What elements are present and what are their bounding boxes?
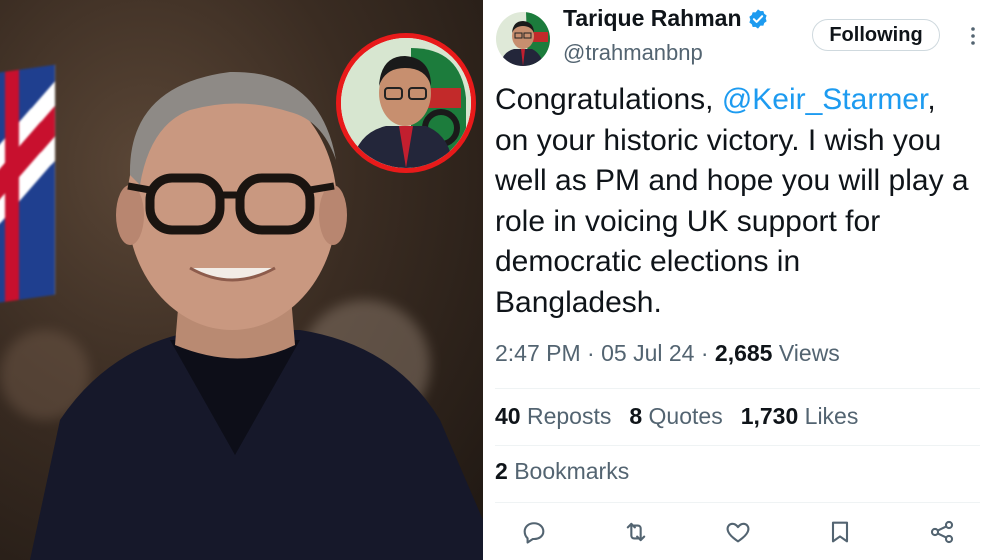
tweet-card: Tarique Rahman @trahmanbnp Following Con… [483,0,995,560]
more-vertical-icon[interactable] [969,25,977,47]
tweet-text-part: Congratulations, [495,83,722,116]
repost-icon [626,522,646,542]
bookmarks-count: 2 [495,458,508,484]
tweet-time[interactable]: 2:47 PM [495,340,581,366]
bookmark-icon [831,521,849,543]
quotes-count: 8 [629,403,643,429]
likes-stat[interactable]: 1,730 Likes [741,403,859,430]
following-button[interactable]: Following [812,19,940,51]
repost-button[interactable] [622,518,650,546]
author-avatar[interactable] [496,12,550,66]
tweet-date[interactable]: 05 Jul 24 [601,340,694,366]
heart-icon [726,522,750,543]
quotes-label: Quotes [648,403,723,429]
divider [495,388,980,389]
tweet-meta: 2:47 PM · 05 Jul 24 · 2,685 Views [495,340,840,366]
bookmark-button[interactable] [826,518,854,546]
mention-link[interactable]: @Keir_Starmer [722,83,928,116]
divider [495,502,980,503]
action-bar [520,518,960,546]
views-count: 2,685 [714,340,773,366]
share-icon [930,520,954,544]
likes-label: Likes [804,403,859,429]
views-label: Views [778,340,840,366]
reposts-stat[interactable]: 40 Reposts [495,403,611,430]
verified-badge-icon [748,8,767,29]
bookmarks-label: Bookmarks [514,458,630,484]
author-name-row: Tarique Rahman [563,5,769,32]
quotes-stat[interactable]: 8 Quotes [629,403,722,430]
inset-avatar-photo [336,33,476,173]
author-handle[interactable]: @trahmanbnp [563,40,703,66]
likes-count: 1,730 [740,403,799,429]
reposts-count: 40 [495,403,521,429]
tweet-text-part: , on your historic victory. I wish you w… [495,83,969,319]
reply-button[interactable] [520,518,548,546]
engagement-stats: 40 Reposts 8 Quotes 1,730 Likes [495,403,858,430]
like-button[interactable] [724,518,752,546]
divider [495,445,980,446]
tweet-text: Congratulations, @Keir_Starmer, on your … [495,80,975,323]
reply-icon [523,522,545,544]
news-photo [0,0,483,560]
author-name[interactable]: Tarique Rahman [563,5,742,32]
bookmarks-stat[interactable]: 2 Bookmarks [495,458,629,485]
reposts-label: Reposts [526,403,612,429]
share-button[interactable] [928,518,956,546]
